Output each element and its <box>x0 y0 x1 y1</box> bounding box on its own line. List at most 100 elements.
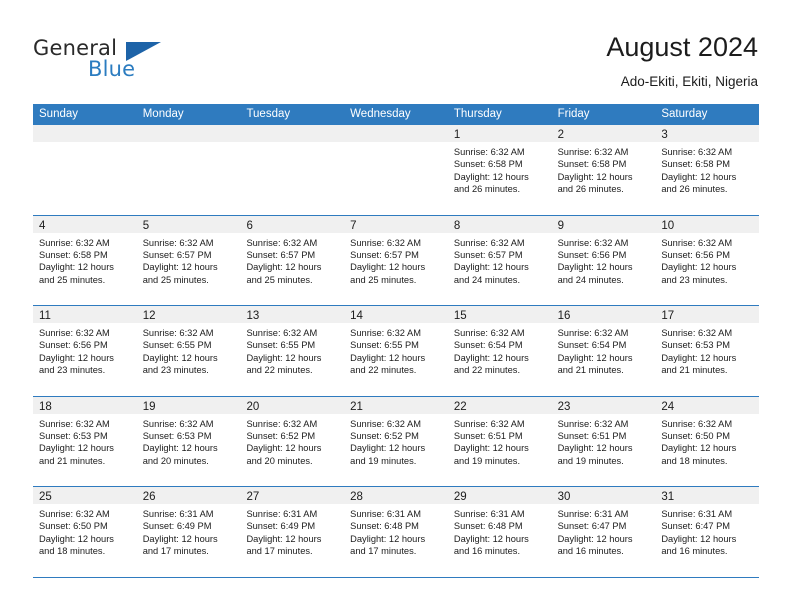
daylight-text-line1: Daylight: 12 hours <box>453 262 529 273</box>
day-cell[interactable]: 30 Sunrise: 6:31 AM Sunset: 6:47 PM Dayligh… <box>551 487 656 577</box>
day-cell[interactable]: 18 Sunrise: 6:32 AM Sunset: 6:53 PM Dayligh… <box>33 396 137 486</box>
day-cell[interactable]: 21 Sunrise: 6:32 AM Sunset: 6:52 PM Dayligh… <box>344 396 448 486</box>
day-number: 13 <box>246 310 260 322</box>
day-details: Sunrise: 6:31 AM Sunset: 6:47 PM Daylight:… <box>552 504 656 558</box>
day-cell[interactable]: 23 Sunrise: 6:32 AM Sunset: 6:51 PM Dayligh… <box>551 396 656 486</box>
day-number-band: 1 <box>447 125 552 142</box>
day-cell[interactable]: 29 Sunrise: 6:31 AM Sunset: 6:48 PM Dayligh… <box>447 487 552 577</box>
day-number-band: 14 <box>344 306 448 323</box>
day-cell[interactable]: 12 Sunrise: 6:32 AM Sunset: 6:55 PM Dayligh… <box>136 306 241 396</box>
day-cell[interactable]: 10 Sunrise: 6:32 AM Sunset: 6:56 PM Dayligh… <box>655 215 760 305</box>
title-block: August 2024 Ado-Ekiti, Ekiti, Nigeria <box>606 30 758 90</box>
day-number-band: 10 <box>655 215 760 233</box>
day-number: 21 <box>350 400 363 413</box>
day-cell[interactable]: 6 Sunrise: 6:32 AM Sunset: 6:57 PM Daylight… <box>240 215 345 305</box>
daylight-text-line1: Daylight: 12 hours <box>246 352 322 363</box>
day-cell[interactable]: 25 Sunrise: 6:32 AM Sunset: 6:50 PM Dayligh… <box>33 487 137 577</box>
sunrise-text: Sunrise: 6:32 AM <box>39 509 110 519</box>
daylight-text-line2: and 19 minutes. <box>453 455 521 466</box>
daylight-text-line2: and 19 minutes. <box>350 455 417 466</box>
daylight-text-line2: and 16 minutes. <box>661 546 728 557</box>
daylight-text-line2: and 21 minutes. <box>557 365 624 376</box>
day-cell[interactable]: 17 Sunrise: 6:32 AM Sunset: 6:53 PM Dayligh… <box>655 306 760 396</box>
day-cell[interactable]: 3 Sunrise: 6:32 AM Sunset: 6:58 PM Daylight… <box>655 125 760 215</box>
daylight-text-line1: Daylight: 12 hours <box>453 171 529 182</box>
daylight-text-line2: and 25 minutes. <box>350 274 417 285</box>
day-cell[interactable]: 24 Sunrise: 6:32 AM Sunset: 6:50 PM Dayligh… <box>655 396 760 486</box>
sunset-text: Sunset: 6:53 PM <box>142 430 212 441</box>
day-number: 4 <box>39 219 46 232</box>
day-number: 28 <box>350 491 363 503</box>
daylight-text-line2: and 24 minutes. <box>557 274 624 285</box>
day-cell[interactable]: 31 Sunrise: 6:31 AM Sunset: 6:47 PM Dayligh… <box>655 487 760 577</box>
sunrise-text: Sunrise: 6:31 AM <box>246 509 318 519</box>
day-cell[interactable]: 19 Sunrise: 6:32 AM Sunset: 6:53 PM Dayligh… <box>136 396 241 486</box>
daylight-text-line1: Daylight: 12 hours <box>142 533 218 544</box>
day-cell[interactable]: 4 Sunrise: 6:32 AM Sunset: 6:58 PM Daylight… <box>33 215 137 305</box>
day-number: 26 <box>142 491 156 503</box>
sunset-text: Sunset: 6:47 PM <box>557 521 627 532</box>
day-number-band: 28 <box>344 487 448 504</box>
sunrise-text: Sunrise: 6:32 AM <box>350 418 421 429</box>
sunrise-text: Sunrise: 6:32 AM <box>661 147 733 157</box>
sunrise-text: Sunrise: 6:31 AM <box>557 509 629 519</box>
sunrise-text: Sunrise: 6:32 AM <box>557 418 629 429</box>
day-cell[interactable]: 20 Sunrise: 6:32 AM Sunset: 6:52 PM Dayligh… <box>240 396 345 486</box>
day-cell-empty <box>240 125 345 215</box>
sunrise-text: Sunrise: 6:32 AM <box>39 418 110 429</box>
day-cell[interactable]: 2 Sunrise: 6:32 AM Sunset: 6:58 PM Daylight… <box>551 125 656 215</box>
day-number: 24 <box>661 400 675 413</box>
day-details: Sunrise: 6:32 AM Sunset: 6:55 PM Daylight:… <box>240 323 344 377</box>
sunrise-text: Sunrise: 6:32 AM <box>39 328 110 338</box>
day-cell[interactable]: 15 Sunrise: 6:32 AM Sunset: 6:54 PM Dayligh… <box>447 306 552 396</box>
day-number: 30 <box>557 491 571 503</box>
daylight-text-line2: and 25 minutes. <box>39 274 106 285</box>
day-cell[interactable]: 13 Sunrise: 6:32 AM Sunset: 6:55 PM Dayligh… <box>240 306 345 396</box>
day-cell[interactable]: 9 Sunrise: 6:32 AM Sunset: 6:56 PM Daylight… <box>551 215 656 305</box>
day-details: Sunrise: 6:32 AM Sunset: 6:58 PM Daylight:… <box>655 142 759 196</box>
daylight-text-line1: Daylight: 12 hours <box>661 443 737 454</box>
day-cell[interactable]: 14 Sunrise: 6:32 AM Sunset: 6:55 PM Dayligh… <box>344 306 448 396</box>
day-cell[interactable]: 26 Sunrise: 6:31 AM Sunset: 6:49 PM Dayligh… <box>136 487 241 577</box>
day-number: 18 <box>39 400 52 413</box>
day-cell[interactable]: 7 Sunrise: 6:32 AM Sunset: 6:57 PM Daylight… <box>344 215 448 305</box>
sunrise-text: Sunrise: 6:32 AM <box>246 328 318 338</box>
day-cell[interactable]: 1 Sunrise: 6:32 AM Sunset: 6:58 PM Daylight… <box>447 125 552 215</box>
day-cell[interactable]: 11 Sunrise: 6:32 AM Sunset: 6:56 PM Dayligh… <box>33 306 137 396</box>
calendar-page: General Blue August 2024 Ado-Ekiti, Ekit… <box>0 0 792 612</box>
sunrise-text: Sunrise: 6:32 AM <box>39 237 110 248</box>
sunset-text: Sunset: 6:57 PM <box>350 249 419 260</box>
brand-logo[interactable]: General Blue <box>33 36 213 88</box>
daylight-text-line1: Daylight: 12 hours <box>557 352 633 363</box>
sunset-text: Sunset: 6:53 PM <box>39 430 108 441</box>
daylight-text-line1: Daylight: 12 hours <box>557 171 633 182</box>
sunset-text: Sunset: 6:55 PM <box>246 340 316 351</box>
calendar-week-row: 18 Sunrise: 6:32 AM Sunset: 6:53 PM Dayligh… <box>33 396 760 487</box>
day-number-band: 31 <box>655 487 760 504</box>
day-number: 19 <box>142 400 156 413</box>
daylight-text-line2: and 22 minutes. <box>350 365 417 376</box>
daylight-text-line1: Daylight: 12 hours <box>350 533 426 544</box>
day-number-band: 26 <box>136 487 241 504</box>
daylight-text-line1: Daylight: 12 hours <box>661 262 737 273</box>
calendar-week-row: 1 Sunrise: 6:32 AM Sunset: 6:58 PM Daylight… <box>33 125 760 216</box>
day-cell[interactable]: 27 Sunrise: 6:31 AM Sunset: 6:49 PM Dayligh… <box>240 487 345 577</box>
daylight-text-line1: Daylight: 12 hours <box>39 262 114 273</box>
daylight-text-line1: Daylight: 12 hours <box>142 352 218 363</box>
day-cell[interactable]: 16 Sunrise: 6:32 AM Sunset: 6:54 PM Dayligh… <box>551 306 656 396</box>
day-number: 9 <box>557 219 564 232</box>
day-cell[interactable]: 8 Sunrise: 6:32 AM Sunset: 6:57 PM Daylight… <box>447 215 552 305</box>
day-details: Sunrise: 6:32 AM Sunset: 6:53 PM Daylight:… <box>33 414 137 468</box>
day-cell-empty <box>33 125 137 215</box>
daylight-text-line1: Daylight: 12 hours <box>142 262 218 273</box>
sunset-text: Sunset: 6:50 PM <box>39 521 108 532</box>
day-cell[interactable]: 28 Sunrise: 6:31 AM Sunset: 6:48 PM Dayligh… <box>344 487 448 577</box>
daylight-text-line2: and 26 minutes. <box>557 184 624 195</box>
day-number-band: 11 <box>33 306 137 323</box>
day-details: Sunrise: 6:31 AM Sunset: 6:49 PM Daylight:… <box>137 504 241 558</box>
sunrise-text: Sunrise: 6:31 AM <box>142 509 214 519</box>
day-cell[interactable]: 22 Sunrise: 6:32 AM Sunset: 6:51 PM Dayligh… <box>447 396 552 486</box>
day-number: 16 <box>557 310 571 322</box>
day-number-band <box>33 125 137 142</box>
day-cell[interactable]: 5 Sunrise: 6:32 AM Sunset: 6:57 PM Daylight… <box>136 215 241 305</box>
